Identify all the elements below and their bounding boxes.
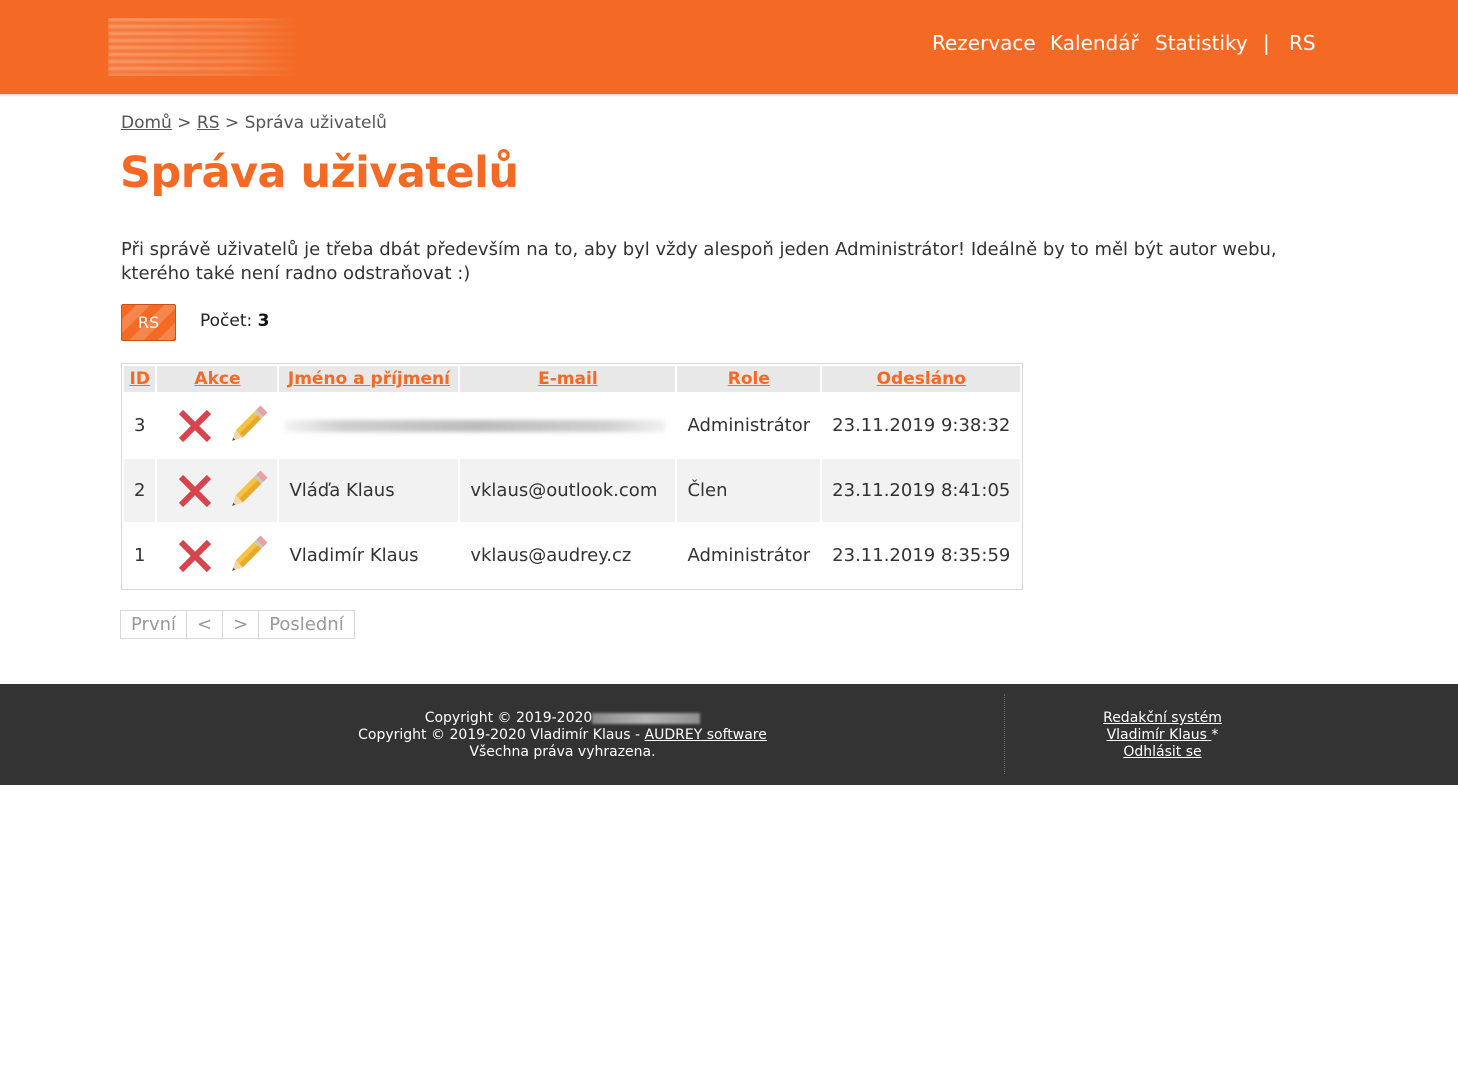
cell-sent: 23.11.2019 8:35:59 <box>832 545 1011 566</box>
cell-name: Vladimír Klaus <box>289 545 419 566</box>
breadcrumb-home-link[interactable]: Domů <box>121 113 172 133</box>
user-count: Počet: 3 <box>200 311 270 331</box>
cell-id: 3 <box>134 415 146 436</box>
table-header-row: ID Akce Jméno a příjmení E-mail Role Ode… <box>124 366 1021 392</box>
edit-pencil-icon[interactable] <box>227 469 268 513</box>
page-title: Správa uživatelů <box>120 148 519 198</box>
cell-sent: 23.11.2019 8:41:05 <box>822 459 1021 522</box>
intro-text: Při správě uživatelů je třeba dbát přede… <box>121 239 1277 284</box>
nav-item-rezervace[interactable]: Rezervace <box>932 31 1036 55</box>
table-row: 3 Administrátor 23.11.2019 9:38:32 <box>124 394 1020 457</box>
pagination: První < > Poslední <box>120 610 355 639</box>
delete-icon[interactable] <box>175 534 215 578</box>
cell-role: Administrátor <box>687 545 811 566</box>
cell-role: Člen <box>677 459 821 522</box>
sort-email-link[interactable]: E-mail <box>538 369 598 389</box>
nav-item-statistiky[interactable]: Statistiky <box>1155 31 1248 55</box>
sort-akce-link[interactable]: Akce <box>194 369 240 389</box>
breadcrumb-separator: > <box>177 113 192 133</box>
site-footer: Copyright © 2019-2020 Copyright © 2019-2… <box>0 684 1458 785</box>
copyright-line-2: Copyright © 2019-2020 Vladimír Klaus - <box>358 727 645 743</box>
sort-id-link[interactable]: ID <box>130 369 150 389</box>
redacted-block <box>592 712 701 724</box>
cell-id: 2 <box>124 459 156 522</box>
cell-actions <box>157 524 277 587</box>
nav-item-rs[interactable]: RS <box>1289 31 1316 55</box>
table-row: 1 Vladimír Klaus vklaus@audrey.cz Admini… <box>124 524 1020 587</box>
cell-name-email-blurred <box>279 394 675 457</box>
header-shadow <box>0 94 1458 97</box>
nav-item-kalendar[interactable]: Kalendář <box>1050 31 1139 55</box>
users-table: ID Akce Jméno a příjmení E-mail Role Ode… <box>121 363 1024 590</box>
audrey-software-link[interactable]: AUDREY software <box>645 727 767 743</box>
user-profile-link[interactable]: Vladimír Klaus <box>1107 727 1212 743</box>
table-row: 2 Vláďa Klaus vklaus@outlook.com Člen 23… <box>124 459 1021 522</box>
footer-user-links: Redakční systém Vladimír Klaus * Odhlási… <box>1005 710 1320 761</box>
site-logo[interactable] <box>108 18 300 76</box>
edit-pencil-icon[interactable] <box>227 534 268 578</box>
sort-name-link[interactable]: Jméno a příjmení <box>288 369 450 389</box>
breadcrumb: Domů > RS > Správa uživatelů <box>121 113 387 133</box>
rs-button[interactable]: RS <box>121 304 176 341</box>
pager-last-button[interactable]: Poslední <box>258 610 355 639</box>
cell-name: Vláďa Klaus <box>279 459 459 522</box>
footer-copyright: Copyright © 2019-2020 Copyright © 2019-2… <box>300 710 825 761</box>
count-label: Počet: <box>200 311 253 331</box>
cell-id: 1 <box>134 545 146 566</box>
breadcrumb-rs-link[interactable]: RS <box>197 113 220 133</box>
cell-actions <box>157 459 278 522</box>
cell-email: vklaus@audrey.cz <box>470 545 632 566</box>
breadcrumb-current: Správa uživatelů <box>244 113 387 133</box>
pager-first-button[interactable]: První <box>120 610 187 639</box>
cell-sent: 23.11.2019 9:38:32 <box>832 415 1011 436</box>
cell-role: Administrátor <box>687 415 811 436</box>
cms-link[interactable]: Redakční systém <box>1103 710 1222 726</box>
user-suffix: * <box>1211 727 1219 743</box>
copyright-line-1: Copyright © 2019-2020 <box>424 710 593 726</box>
cell-email: vklaus@outlook.com <box>460 459 676 522</box>
delete-icon[interactable] <box>175 469 215 513</box>
breadcrumb-separator: > <box>224 113 240 133</box>
pager-prev-button[interactable]: < <box>186 610 224 639</box>
count-value: 3 <box>257 311 270 331</box>
nav-separator: | <box>1263 31 1270 55</box>
redacted-block <box>285 419 666 432</box>
sort-sent-link[interactable]: Odesláno <box>877 369 966 389</box>
cell-actions <box>157 394 277 457</box>
pager-next-button[interactable]: > <box>222 610 260 639</box>
rights-text: Všechna práva vyhrazena. <box>469 744 656 760</box>
delete-icon[interactable] <box>175 404 215 448</box>
sort-role-link[interactable]: Role <box>728 369 770 389</box>
edit-pencil-icon[interactable] <box>227 404 268 448</box>
logout-link[interactable]: Odhlásit se <box>1123 744 1201 760</box>
